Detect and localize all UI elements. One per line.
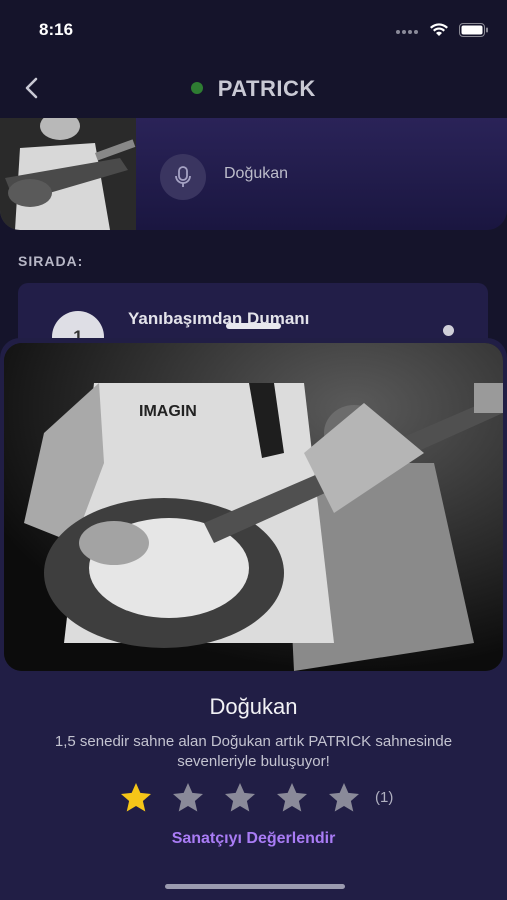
- microphone-icon: [175, 166, 191, 187]
- performer-thumbnail: [0, 118, 136, 230]
- artist-photo: IMAGIN: [4, 343, 503, 671]
- status-bar: 8:16: [0, 0, 507, 60]
- wifi-icon: [430, 23, 448, 36]
- artist-name: Doğukan: [209, 694, 298, 719]
- venue-title: PATRICK: [217, 76, 316, 101]
- status-time: 8:16: [39, 20, 74, 39]
- battery-icon: [459, 22, 488, 37]
- star-icon[interactable]: [273, 780, 311, 816]
- queue-heading: SIRADA:: [18, 253, 84, 269]
- nav-bar: PATRICK: [0, 60, 507, 116]
- star-icon[interactable]: [325, 780, 363, 816]
- rating-count: (1): [375, 789, 394, 806]
- rating-stars[interactable]: [117, 780, 363, 816]
- sheet-grabber[interactable]: [226, 323, 281, 329]
- microphone-button[interactable]: [160, 154, 206, 200]
- home-indicator: [165, 884, 345, 889]
- queue-item-menu-dot[interactable]: [443, 325, 454, 336]
- star-icon[interactable]: [169, 780, 207, 816]
- artist-description: 1,5 senedir sahne alan Doğukan artık PAT…: [54, 733, 453, 770]
- signal-icon: [396, 29, 418, 34]
- rate-artist-button[interactable]: Sanatçıyı Değerlendir: [0, 830, 507, 848]
- status-icons: [395, 22, 489, 37]
- online-status-dot: [191, 82, 204, 94]
- star-icon[interactable]: [117, 780, 155, 816]
- now-playing-performer: Doğukan: [224, 165, 289, 182]
- shirt-print-text: IMAGIN: [139, 403, 197, 420]
- star-icon[interactable]: [221, 780, 259, 816]
- nav-title-group: PATRICK: [0, 76, 507, 102]
